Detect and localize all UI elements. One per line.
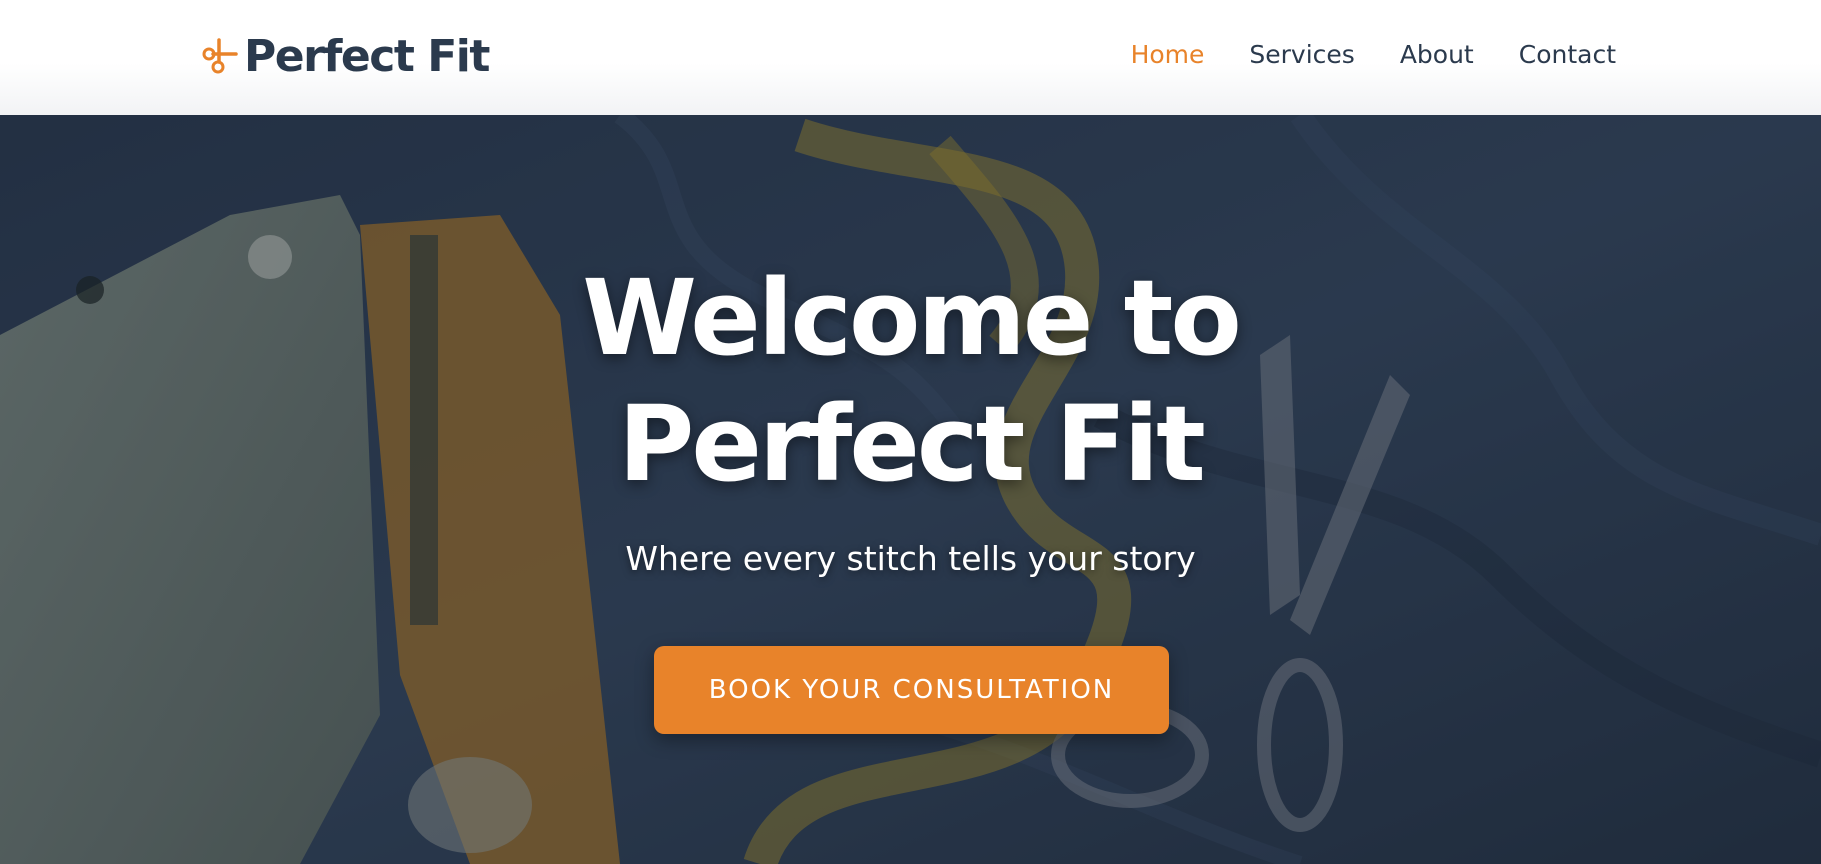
book-consultation-button[interactable]: BOOK YOUR CONSULTATION [654,646,1169,734]
hero-section: Welcome to Perfect Fit Where every stitc… [0,115,1821,864]
nav-services-link[interactable]: Services [1249,36,1354,74]
hero-subtitle: Where every stitch tells your story [625,539,1196,578]
brand-name: Perfect Fit [244,30,490,82]
nav-home-link[interactable]: Home [1131,36,1205,74]
brand-logo-link[interactable]: Perfect Fit [200,28,490,84]
scissors-icon [202,38,238,74]
hero-title-line-2: Perfect Fit [618,383,1206,505]
site-header: Perfect Fit Home Services About Contact [0,0,1821,115]
nav-contact-link[interactable]: Contact [1519,36,1616,74]
hero-content: Welcome to Perfect Fit Where every stitc… [0,115,1821,864]
main-nav: Home Services About Contact [1131,36,1616,74]
hero-title: Welcome to Perfect Fit [0,255,1821,507]
hero-title-line-1: Welcome to [582,257,1242,379]
nav-about-link[interactable]: About [1400,36,1474,74]
